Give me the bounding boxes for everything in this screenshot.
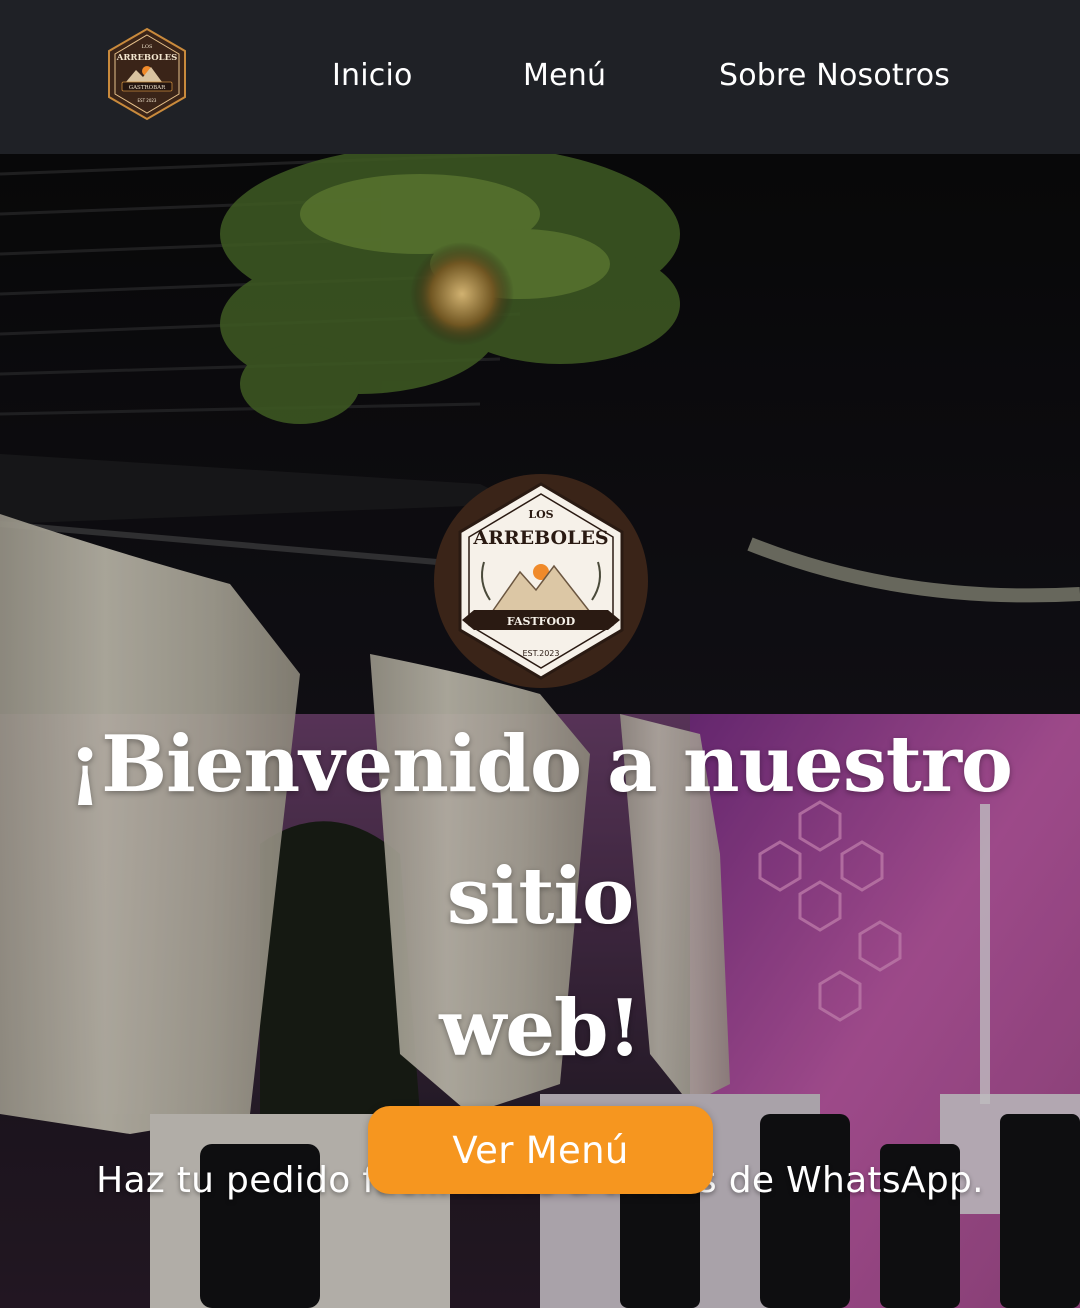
- site-header: LOS ARREBOLES GASTROBAR EST 2023 Inicio …: [0, 0, 1080, 154]
- nav-link-sobre-nosotros[interactable]: Sobre Nosotros: [719, 58, 950, 93]
- hero-logo-est: EST.2023: [523, 649, 560, 658]
- main-nav: Inicio Menú Sobre Nosotros: [0, 0, 1080, 154]
- hero-logo-brand: ARREBOLES: [472, 527, 608, 549]
- hero-logo-icon: LOS ARREBOLES FASTFOOD EST.2023: [434, 474, 648, 688]
- nav-link-inicio[interactable]: Inicio: [332, 58, 413, 93]
- hero-logo-top-text: LOS: [528, 508, 553, 521]
- hero-title-line1: ¡Bienvenido a nuestro sitio: [68, 719, 1013, 942]
- ver-menu-button[interactable]: Ver Menú: [368, 1106, 713, 1194]
- nav-link-menu[interactable]: Menú: [523, 58, 606, 93]
- hero-title-line2: web!: [439, 983, 642, 1074]
- hero-title: ¡Bienvenido a nuestro sitio web!: [0, 699, 1080, 1095]
- hero-logo-ribbon: FASTFOOD: [507, 615, 576, 628]
- page: LOS ARREBOLES GASTROBAR EST 2023 Inicio …: [0, 0, 1080, 1308]
